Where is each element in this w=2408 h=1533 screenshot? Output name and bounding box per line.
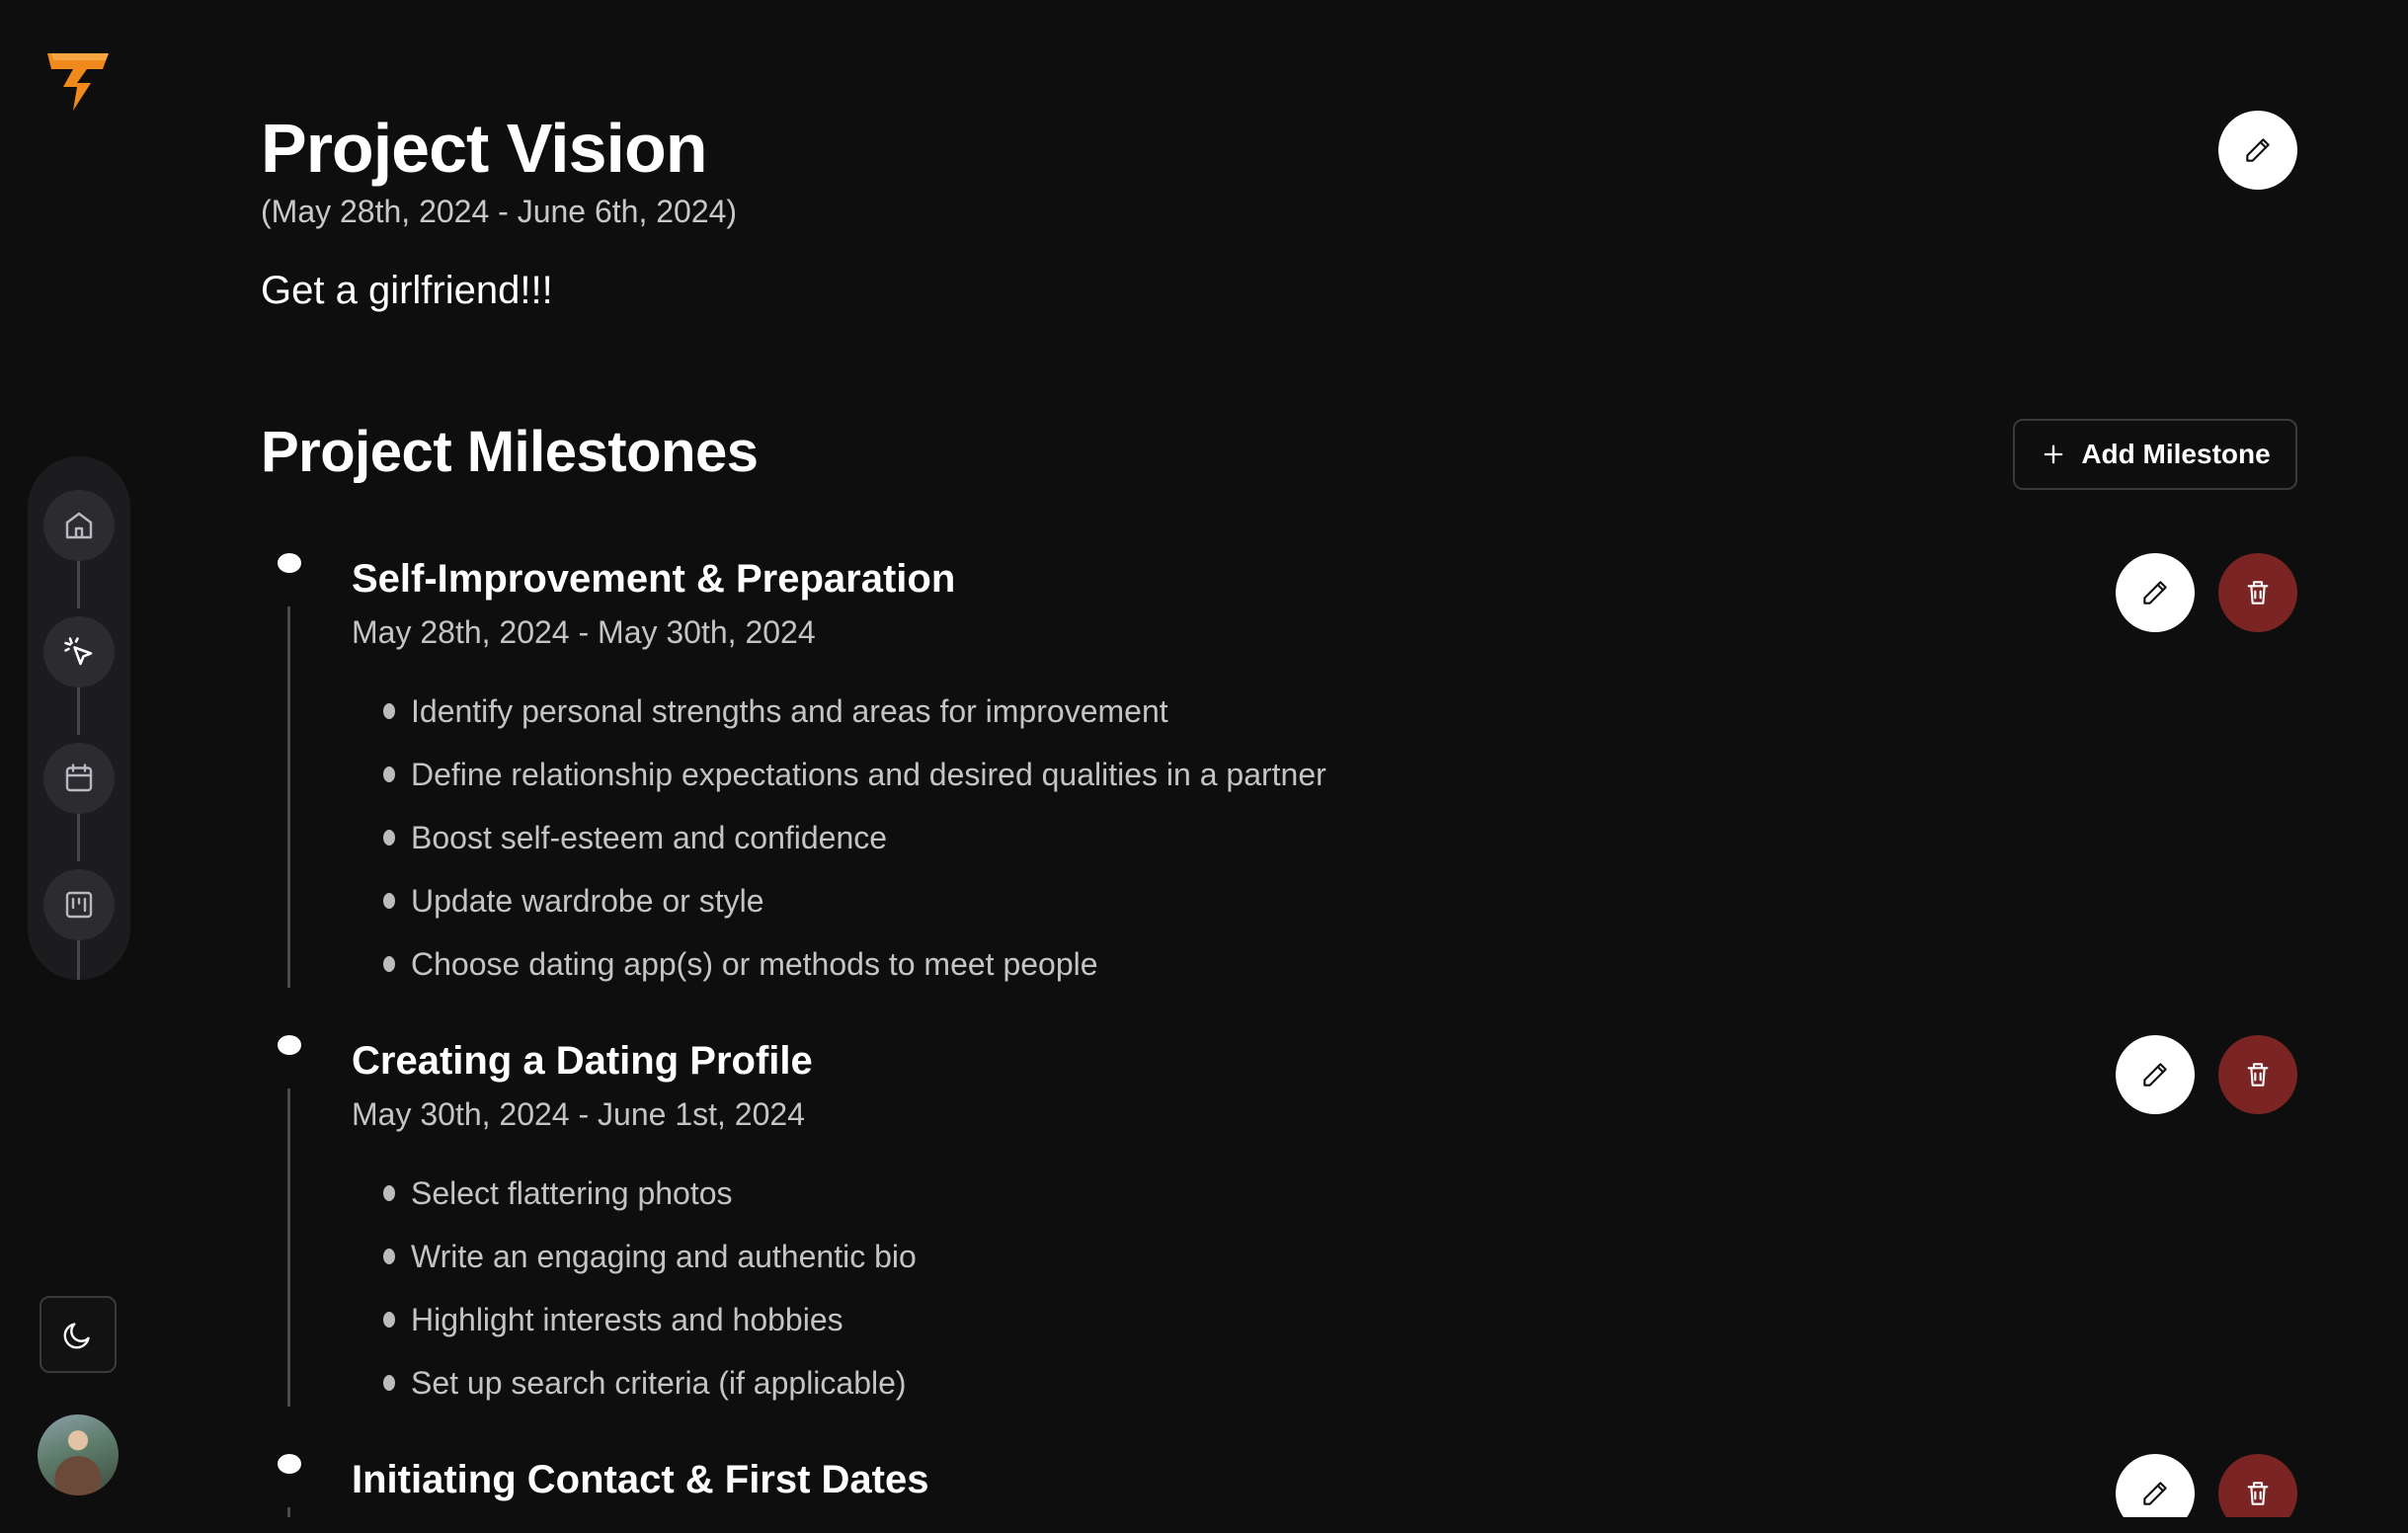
timeline-dot	[278, 1035, 301, 1055]
edit-milestone-button[interactable]	[2116, 1035, 2195, 1114]
milestone-title: Initiating Contact & First Dates	[352, 1458, 929, 1501]
milestone-task: Identify personal strengths and areas fo…	[411, 693, 1168, 729]
milestone-task: Choose dating app(s) or methods to meet …	[411, 946, 1098, 982]
task-bullet	[383, 893, 395, 909]
edit-milestone-button[interactable]	[2116, 553, 2195, 632]
pencil-icon	[2143, 581, 2167, 605]
milestone-task: Set up search criteria (if applicable)	[411, 1365, 907, 1401]
delete-milestone-button[interactable]	[2218, 1454, 2297, 1517]
milestone-dates: May 30th, 2024 - June 1st, 2024	[352, 1096, 805, 1132]
milestone-title: Self-Improvement & Preparation	[352, 557, 956, 601]
timeline-dot	[278, 553, 301, 573]
task-bullet	[383, 830, 395, 846]
milestone-task: Highlight interests and hobbies	[411, 1302, 843, 1337]
milestone-dates: May 28th, 2024 - May 30th, 2024	[352, 614, 816, 650]
trash-icon	[2247, 1482, 2269, 1505]
task-bullet	[383, 703, 395, 719]
milestone-task: Define relationship expectations and des…	[411, 757, 1326, 792]
task-bullet	[383, 1375, 395, 1391]
timeline-dot	[278, 1454, 301, 1474]
task-bullet	[383, 1249, 395, 1264]
delete-milestone-button[interactable]	[2218, 1035, 2297, 1114]
timeline-line	[287, 1089, 290, 1407]
milestone-task: Write an engaging and authentic bio	[411, 1239, 917, 1274]
trash-icon	[2247, 1063, 2269, 1087]
pencil-icon	[2143, 1063, 2167, 1087]
task-bullet	[383, 1312, 395, 1328]
pencil-icon	[2143, 1482, 2167, 1505]
milestone-timeline: Self-Improvement & Preparation May 28th,…	[0, 0, 2408, 1517]
task-bullet	[383, 956, 395, 972]
milestone-task: Select flattering photos	[411, 1175, 733, 1211]
timeline-line	[287, 1507, 290, 1517]
milestone-task: Boost self-esteem and confidence	[411, 820, 888, 855]
milestone-title: Creating a Dating Profile	[352, 1039, 813, 1083]
task-bullet	[383, 1185, 395, 1201]
timeline-line	[287, 606, 290, 988]
delete-milestone-button[interactable]	[2218, 553, 2297, 632]
milestone-task: Update wardrobe or style	[411, 883, 764, 919]
edit-milestone-button[interactable]	[2116, 1454, 2195, 1517]
trash-icon	[2247, 581, 2269, 605]
task-bullet	[383, 766, 395, 782]
